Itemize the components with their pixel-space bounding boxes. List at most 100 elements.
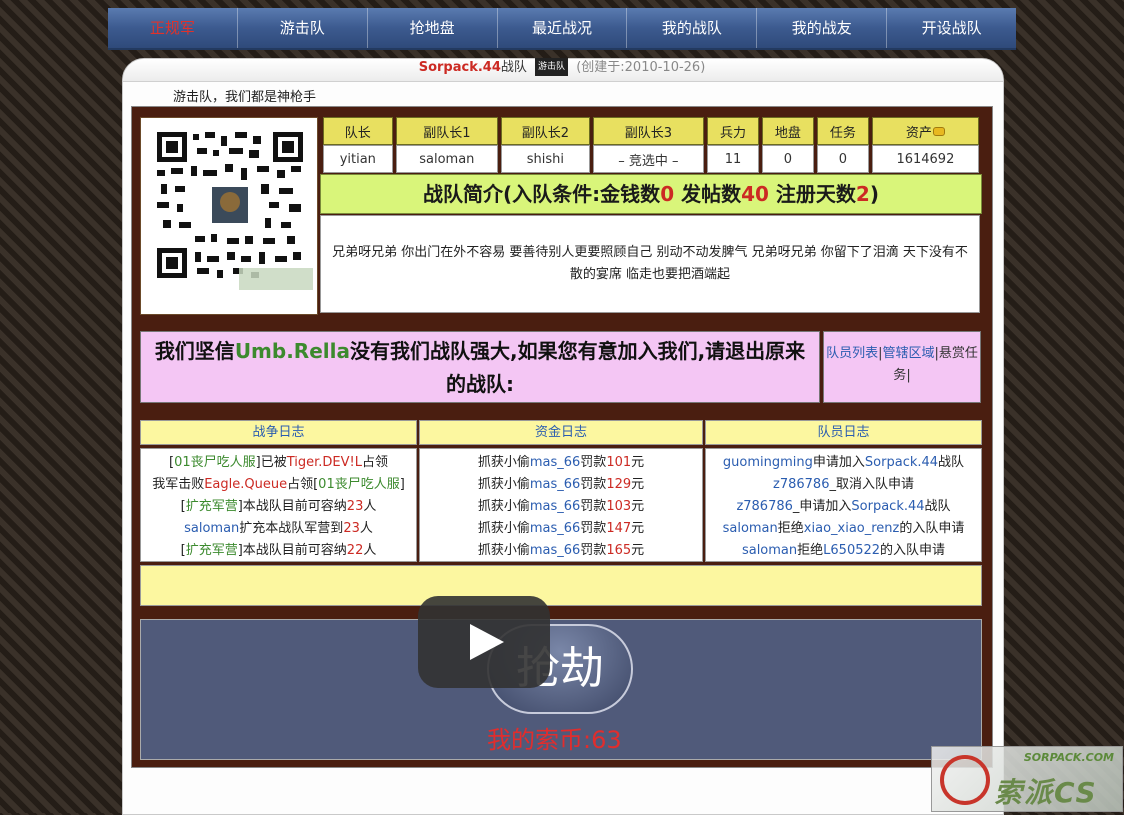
user-link[interactable]: z786786 — [736, 499, 792, 514]
team-link[interactable]: Sorpack.44 — [851, 499, 924, 514]
user-link[interactable]: mas_66 — [530, 455, 580, 470]
user-link[interactable]: mas_66 — [530, 477, 580, 492]
header-troops: 兵力 — [707, 117, 759, 145]
log-text: 元 — [631, 543, 645, 558]
log-text: ]本战队目前可容纳 — [237, 543, 347, 558]
log-text: ]本战队目前可容纳 — [237, 499, 347, 514]
list-item: 抓获小偷mas_66罚款129元 — [420, 474, 702, 496]
team-name[interactable]: Sorpack.44 — [419, 60, 501, 75]
log-text: 罚款 — [580, 499, 607, 514]
log-text: 人 — [363, 543, 377, 558]
log-text: 战队 — [924, 499, 951, 514]
qr-code-box — [140, 117, 318, 315]
intro-posts: 40 — [741, 182, 769, 206]
intro-money: 0 — [660, 182, 675, 206]
intro-suffix: ) — [869, 182, 879, 206]
expand-link[interactable]: 扩充军营 — [186, 499, 238, 514]
team-slogan: 游击队，我们都是神枪手 — [173, 90, 317, 105]
vice3-campaign[interactable]: – 竞选中 – — [592, 145, 704, 173]
team-links: 队员列表|管辖区域|悬赏任务| — [823, 331, 981, 403]
area-link[interactable]: 管辖区域 — [882, 346, 934, 361]
fund-log-title: 资金日志 — [419, 420, 703, 445]
team-suffix: 战队 — [500, 60, 527, 75]
server-link[interactable]: 01丧尸吃人服 — [318, 477, 400, 492]
log-text: 元 — [631, 477, 645, 492]
nav-item-my-team[interactable]: 我的战队 — [627, 8, 758, 48]
log-text: 抓获小偷 — [477, 521, 530, 536]
nav-item-my-comrades[interactable]: 我的战友 — [757, 8, 888, 48]
team-link[interactable]: Tiger.DEV!L — [287, 455, 362, 470]
play-icon[interactable] — [418, 596, 550, 688]
vice2-link[interactable]: shishi — [501, 145, 590, 173]
list-item: z786786_取消入队申请 — [706, 474, 981, 496]
header-assets-label: 资产 — [905, 125, 932, 141]
list-item: 抓获小偷mas_66罚款101元 — [420, 452, 702, 474]
team-stats-table: 队长 副队长1 副队长2 副队长3 兵力 地盘 任务 资产 yitian sal… — [320, 117, 982, 173]
log-text: 人 — [359, 521, 373, 536]
nav-item-regular-army[interactable]: 正规军 — [108, 8, 238, 48]
team-title: Sorpack.44战队 游击队 (创建于:2010-10-26) — [122, 58, 1002, 77]
team-link[interactable]: Sorpack.44 — [865, 455, 938, 470]
team-tag-badge: 游击队 — [535, 58, 569, 76]
user-link[interactable]: guomingming — [723, 455, 813, 470]
list-item: 抓获小偷mas_66罚款147元 — [420, 518, 702, 540]
vice1-link[interactable]: saloman — [395, 145, 499, 173]
log-text: 罚款 — [580, 477, 607, 492]
list-item: saloman拒绝xiao_xiao_renz的入队申请 — [706, 518, 981, 540]
fine-amount: 165 — [606, 543, 632, 558]
tasks-value: 0 — [816, 145, 869, 173]
log-text: 占领[ — [287, 477, 319, 492]
fund-log: 抓获小偷mas_66罚款101元 抓获小偷mas_66罚款129元 抓获小偷ma… — [419, 448, 703, 562]
log-text: 元 — [631, 455, 645, 470]
capacity-value: 23 — [343, 521, 360, 536]
intro-days: 2 — [855, 182, 870, 206]
list-item: 我军击败Eagle.Queue占领[01丧尸吃人服] — [141, 474, 416, 496]
banner-suffix: 没有我们战队强大,如果您有意加入我们,请退出原来的战队: — [349, 339, 806, 396]
created-date: (创建于:2010-10-26) — [576, 60, 706, 75]
log-text: 罚款 — [580, 521, 607, 536]
user-link[interactable]: L650522 — [823, 543, 880, 558]
list-item: [扩充军营]本战队目前可容纳23人 — [141, 496, 416, 518]
fine-amount: 103 — [606, 499, 632, 514]
banner-rival[interactable]: Umb.Rella — [235, 339, 350, 363]
log-text: 拒绝 — [777, 521, 804, 536]
log-text: 罚款 — [580, 455, 607, 470]
list-item: 抓获小偷mas_66罚款103元 — [420, 496, 702, 518]
user-link[interactable]: saloman — [742, 543, 797, 558]
user-link[interactable]: saloman — [723, 521, 778, 536]
assets-value: 1614692 — [871, 145, 979, 173]
fine-amount: 147 — [606, 521, 632, 536]
troops-value: 11 — [707, 145, 759, 173]
nav-item-guerrilla[interactable]: 游击队 — [238, 8, 368, 48]
nav-item-grab-territory[interactable]: 抢地盘 — [368, 8, 498, 48]
user-link[interactable]: z786786 — [773, 477, 829, 492]
log-text: 抓获小偷 — [477, 455, 530, 470]
log-text: 拒绝 — [797, 543, 824, 558]
user-link[interactable]: xiao_xiao_renz — [804, 521, 900, 536]
log-text: 元 — [631, 499, 645, 514]
log-text: ]已被 — [255, 455, 287, 470]
intro-prefix: 战队简介(入队条件:金钱数 — [423, 182, 661, 206]
fine-amount: 101 — [606, 455, 632, 470]
nav-item-create-team[interactable]: 开设战队 — [887, 8, 1016, 48]
log-text: 抓获小偷 — [477, 543, 530, 558]
table-row: yitian saloman shishi – 竞选中 – 11 0 0 161… — [323, 145, 979, 173]
nav-item-recent-battles[interactable]: 最近战况 — [498, 8, 628, 48]
header-vice1: 副队长1 — [395, 117, 499, 145]
captain-link[interactable]: yitian — [323, 145, 393, 173]
watermark-text: 索派CS — [994, 776, 1098, 809]
user-link[interactable]: mas_66 — [530, 521, 580, 536]
territory-value: 0 — [761, 145, 814, 173]
user-link[interactable]: mas_66 — [530, 543, 580, 558]
expand-link[interactable]: 扩充军营 — [186, 543, 238, 558]
user-link[interactable]: saloman — [184, 521, 239, 536]
log-text: _申请加入 — [792, 499, 852, 514]
team-link[interactable]: Eagle.Queue — [204, 477, 287, 492]
qr-code-icon — [155, 130, 313, 290]
list-item: 抓获小偷mas_66罚款165元 — [420, 540, 702, 562]
user-link[interactable]: mas_66 — [530, 499, 580, 514]
list-item: [01丧尸吃人服]已被Tiger.DEV!L占领 — [141, 452, 416, 474]
members-link[interactable]: 队员列表 — [826, 346, 878, 361]
list-item: [扩充军营]本战队目前可容纳22人 — [141, 540, 416, 562]
server-link[interactable]: 01丧尸吃人服 — [174, 455, 256, 470]
